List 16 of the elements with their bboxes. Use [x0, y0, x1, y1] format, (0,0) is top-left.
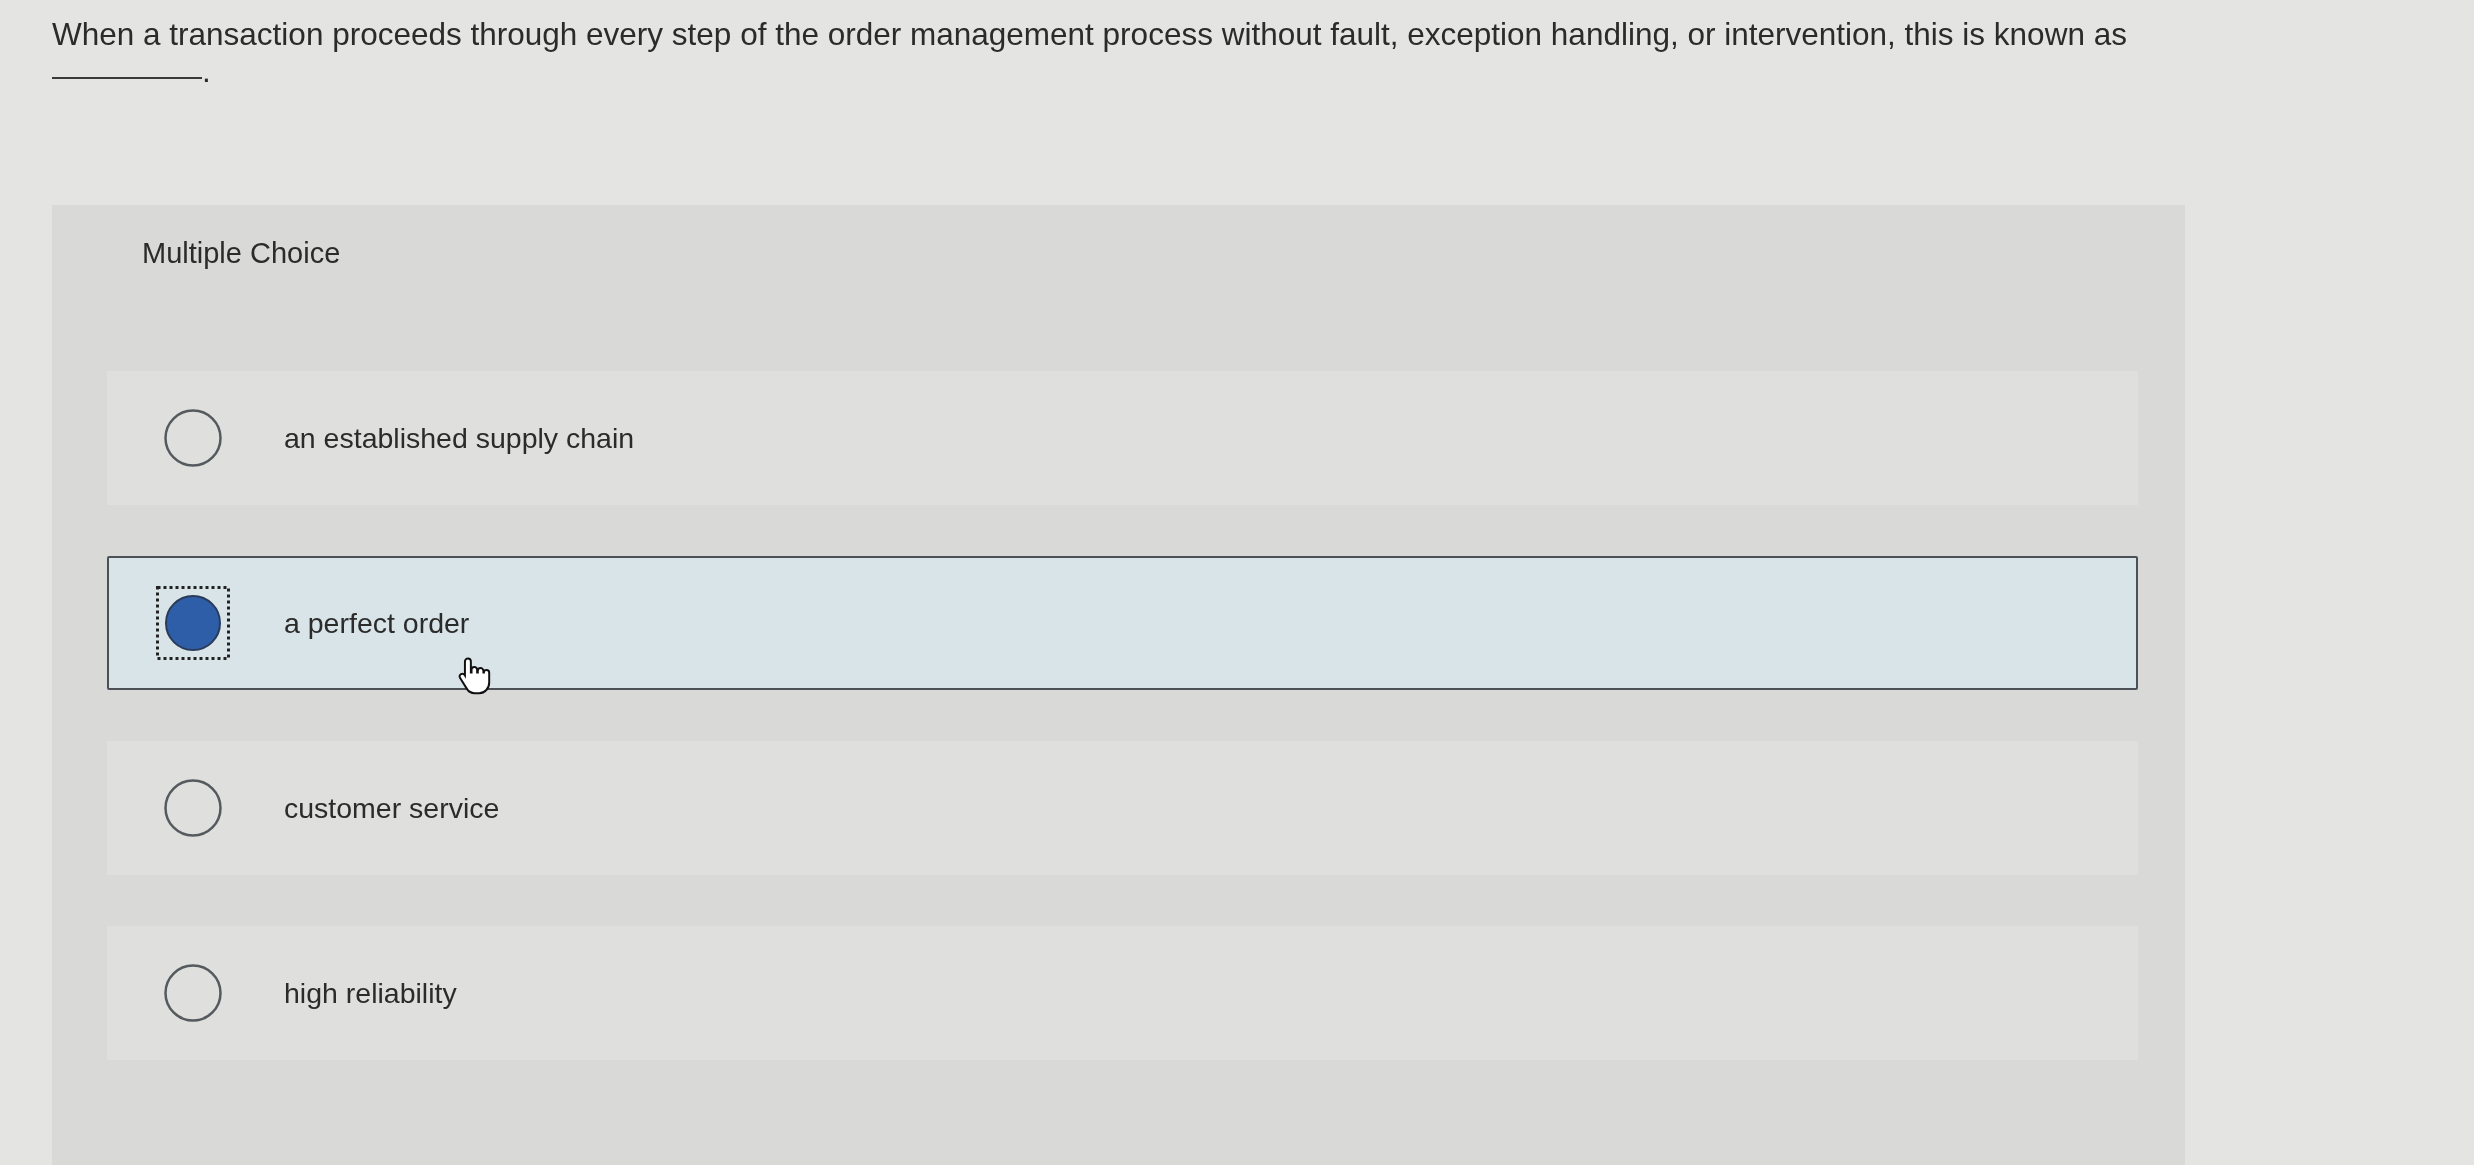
radio-button[interactable]	[164, 964, 222, 1022]
hand-cursor-icon	[458, 656, 492, 696]
answer-option[interactable]: a perfect order	[107, 556, 2138, 690]
radio-button[interactable]	[156, 586, 230, 660]
radio-button[interactable]	[164, 779, 222, 837]
answer-option[interactable]: an established supply chain	[107, 371, 2138, 505]
question-type-label: Multiple Choice	[142, 236, 341, 270]
question-period: .	[202, 54, 211, 88]
answer-option[interactable]: high reliability	[107, 926, 2138, 1060]
answer-option[interactable]: customer service	[107, 741, 2138, 875]
option-label: customer service	[284, 791, 500, 825]
question-text: When a transaction proceeds through every step of the order management process without fault, exception handling, or intervention, this is known as	[52, 15, 2127, 54]
option-label: an established supply chain	[284, 421, 635, 455]
option-label: a perfect order	[284, 606, 470, 640]
option-label: high reliability	[284, 976, 457, 1010]
radio-button[interactable]	[164, 409, 222, 467]
